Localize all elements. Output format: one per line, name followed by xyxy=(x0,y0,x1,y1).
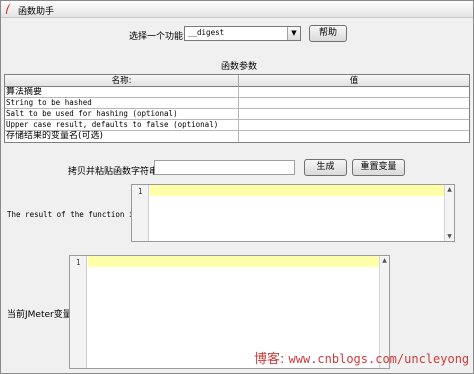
table-row[interactable]: Upper case result, defaults to false (op… xyxy=(5,120,469,131)
line-number: 1 xyxy=(76,258,81,267)
watermark-url: www.cnblogs.com/uncleyong xyxy=(288,352,470,366)
scroll-up-icon[interactable]: ▲ xyxy=(445,185,454,194)
current-line-highlight xyxy=(88,256,380,267)
current-line-highlight xyxy=(150,185,444,196)
title-bar[interactable]: 函数助手 xyxy=(1,1,473,18)
reset-variables-button[interactable]: 重置变量 xyxy=(352,159,405,176)
function-string-input[interactable] xyxy=(154,160,295,175)
line-number: 1 xyxy=(138,187,143,196)
column-header-name[interactable]: 名称: xyxy=(5,75,239,87)
watermark-prefix: 博客: xyxy=(254,352,285,367)
function-select[interactable]: __digest ▼ xyxy=(184,26,301,41)
table-row[interactable]: String to be hashed xyxy=(5,98,469,109)
table-row[interactable]: 存储结果的变量名(可选) xyxy=(5,131,469,142)
param-name: 存储结果的变量名(可选) xyxy=(6,131,104,141)
copy-function-label: 拷贝并粘贴函数字符串 xyxy=(68,167,159,177)
column-header-value[interactable]: 值 xyxy=(239,75,469,87)
blog-watermark: 博客: www.cnblogs.com/uncleyong xyxy=(254,348,469,367)
param-name: String to be hashed xyxy=(6,98,92,107)
result-label: The result of the function is xyxy=(7,210,138,219)
jmeter-variables-label: 当前JMeter变量 xyxy=(7,310,72,320)
window-title: 函数助手 xyxy=(18,7,55,17)
line-gutter: 1 xyxy=(70,256,87,368)
scroll-up-icon[interactable]: ▲ xyxy=(380,256,389,265)
generate-button[interactable]: 生成 xyxy=(304,159,347,176)
vertical-scrollbar[interactable]: ▲ ▼ xyxy=(444,185,454,241)
scroll-down-icon[interactable]: ▼ xyxy=(445,232,454,241)
function-select-value: __digest xyxy=(188,28,225,37)
function-select-label: 选择一个功能 xyxy=(129,32,184,42)
param-name: 算法摘要 xyxy=(6,87,43,97)
table-row[interactable]: Salt to be used for hashing (optional) xyxy=(5,109,469,120)
param-name: Salt to be used for hashing (optional) xyxy=(6,109,178,118)
table-row[interactable]: 算法摘要 xyxy=(5,87,469,98)
chevron-down-icon[interactable]: ▼ xyxy=(287,27,300,40)
feather-icon xyxy=(6,3,11,14)
params-table: 名称: 值 算法摘要 String to be hashed Salt to b… xyxy=(4,74,470,143)
result-editor[interactable]: 1 ▲ ▼ xyxy=(131,184,455,242)
params-title: 函数参数 xyxy=(221,62,258,72)
line-gutter: 1 xyxy=(132,185,149,241)
help-button[interactable]: 帮助 xyxy=(309,25,347,42)
function-helper-window: 函数助手 选择一个功能 __digest ▼ 帮助 函数参数 名称: 值 算法摘… xyxy=(0,0,474,374)
param-name: Upper case result, defaults to false (op… xyxy=(6,120,219,129)
